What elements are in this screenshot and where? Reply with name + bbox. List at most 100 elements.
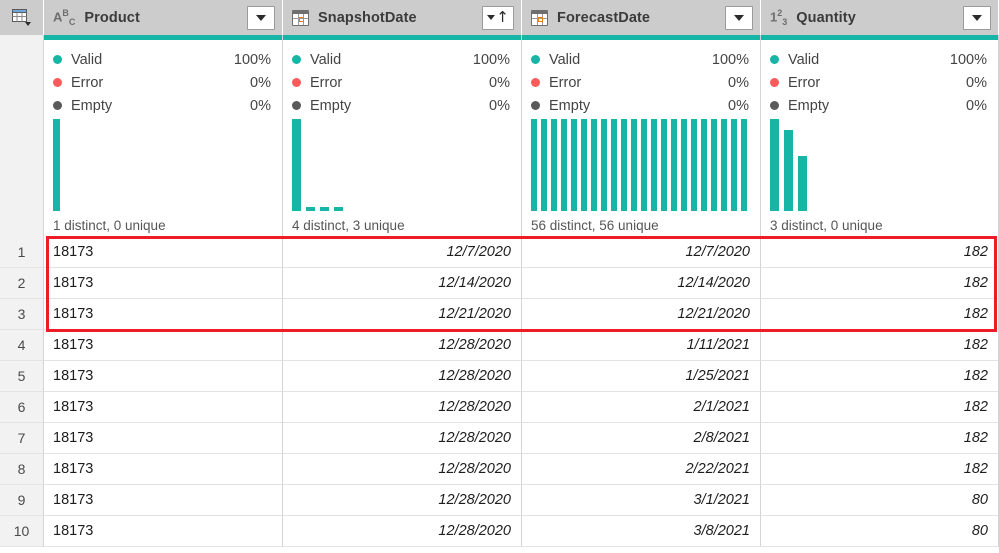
cell-quantity[interactable]: 80 bbox=[761, 516, 999, 547]
123-number-type-icon: 123 bbox=[770, 8, 788, 27]
column-header-label: ForecastDate bbox=[557, 9, 651, 26]
column-header-quantity[interactable]: 123 Quantity bbox=[761, 0, 999, 35]
sort-ascending-icon: ↑ bbox=[496, 8, 509, 26]
table-row[interactable]: 2 18173 12/14/2020 12/14/2020 182 bbox=[0, 268, 999, 299]
quality-label: Error bbox=[549, 74, 582, 91]
cell-quantity[interactable]: 182 bbox=[761, 330, 999, 361]
histogram-bar bbox=[701, 119, 707, 211]
row-number[interactable]: 9 bbox=[0, 485, 44, 516]
cell-product[interactable]: 18173 bbox=[44, 299, 283, 330]
cell-snapshotdate[interactable]: 12/28/2020 bbox=[283, 423, 522, 454]
select-all-columns-button[interactable] bbox=[0, 0, 44, 35]
cell-snapshotdate[interactable]: 12/21/2020 bbox=[283, 299, 522, 330]
table-row[interactable]: 7 18173 12/28/2020 2/8/2021 182 bbox=[0, 423, 999, 454]
cell-product[interactable]: 18173 bbox=[44, 392, 283, 423]
cell-forecastdate[interactable]: 2/22/2021 bbox=[522, 454, 761, 485]
cell-product[interactable]: 18173 bbox=[44, 330, 283, 361]
cell-snapshotdate[interactable]: 12/28/2020 bbox=[283, 330, 522, 361]
row-number[interactable]: 4 bbox=[0, 330, 44, 361]
histogram-bar bbox=[531, 119, 537, 211]
cell-snapshotdate[interactable]: 12/28/2020 bbox=[283, 454, 522, 485]
cell-forecastdate[interactable]: 3/1/2021 bbox=[522, 485, 761, 516]
valid-status-dot-icon bbox=[53, 55, 62, 64]
chevron-down-icon bbox=[972, 14, 982, 21]
table-row[interactable]: 5 18173 12/28/2020 1/25/2021 182 bbox=[0, 361, 999, 392]
cell-product[interactable]: 18173 bbox=[44, 516, 283, 547]
quality-row-empty: Empty 0% bbox=[53, 94, 271, 117]
cell-quantity[interactable]: 182 bbox=[761, 454, 999, 485]
value-distribution-histogram bbox=[53, 119, 271, 211]
column-filter-menu-button[interactable] bbox=[725, 5, 753, 30]
cell-product[interactable]: 18173 bbox=[44, 268, 283, 299]
quality-label: Valid bbox=[788, 51, 820, 68]
row-number[interactable]: 7 bbox=[0, 423, 44, 454]
row-number[interactable]: 3 bbox=[0, 299, 44, 330]
cell-forecastdate[interactable]: 12/21/2020 bbox=[522, 299, 761, 330]
cell-snapshotdate[interactable]: 12/28/2020 bbox=[283, 392, 522, 423]
quality-percent: 0% bbox=[966, 74, 987, 91]
cell-forecastdate[interactable]: 12/14/2020 bbox=[522, 268, 761, 299]
cell-quantity[interactable]: 182 bbox=[761, 299, 999, 330]
cell-quantity[interactable]: 182 bbox=[761, 237, 999, 268]
table-row[interactable]: 1 18173 12/7/2020 12/7/2020 182 bbox=[0, 237, 999, 268]
cell-product[interactable]: 18173 bbox=[44, 423, 283, 454]
table-row[interactable]: 4 18173 12/28/2020 1/11/2021 182 bbox=[0, 330, 999, 361]
cell-product[interactable]: 18173 bbox=[44, 485, 283, 516]
row-number[interactable]: 5 bbox=[0, 361, 44, 392]
column-profile-product: Valid 100% Error 0% Empty 0% 1 distinct, 0 uni… bbox=[44, 35, 283, 237]
column-header-forecastdate[interactable]: ForecastDate bbox=[522, 0, 761, 35]
row-number[interactable]: 6 bbox=[0, 392, 44, 423]
quality-row-error: Error 0% bbox=[292, 71, 510, 94]
histogram-bar bbox=[591, 119, 597, 211]
cell-forecastdate[interactable]: 2/8/2021 bbox=[522, 423, 761, 454]
cell-product[interactable]: 18173 bbox=[44, 454, 283, 485]
cell-forecastdate[interactable]: 3/8/2021 bbox=[522, 516, 761, 547]
table-row[interactable]: 9 18173 12/28/2020 3/1/2021 80 bbox=[0, 485, 999, 516]
histogram-bar bbox=[561, 119, 567, 211]
calendar-date-type-icon bbox=[531, 9, 548, 26]
cell-product[interactable]: 18173 bbox=[44, 237, 283, 268]
quality-label: Empty bbox=[549, 97, 591, 114]
cell-forecastdate[interactable]: 1/25/2021 bbox=[522, 361, 761, 392]
column-filter-menu-button[interactable] bbox=[247, 5, 275, 30]
cell-quantity[interactable]: 80 bbox=[761, 485, 999, 516]
quality-percent: 0% bbox=[250, 97, 271, 114]
distinct-unique-summary: 1 distinct, 0 unique bbox=[53, 218, 166, 233]
table-row[interactable]: 3 18173 12/21/2020 12/21/2020 182 bbox=[0, 299, 999, 330]
chevron-down-icon bbox=[734, 14, 744, 21]
cell-quantity[interactable]: 182 bbox=[761, 392, 999, 423]
quality-panel-gutter bbox=[0, 35, 44, 237]
column-header-snapshotdate[interactable]: SnapshotDate ↑ bbox=[283, 0, 522, 35]
cell-forecastdate[interactable]: 12/7/2020 bbox=[522, 237, 761, 268]
quality-body: Valid 100% Error 0% Empty 0% 3 distinct, 0 uni… bbox=[761, 40, 998, 237]
column-sort-ascending-button[interactable]: ↑ bbox=[482, 5, 514, 30]
histogram-bar bbox=[53, 119, 60, 211]
table-row[interactable]: 6 18173 12/28/2020 2/1/2021 182 bbox=[0, 392, 999, 423]
column-filter-menu-button[interactable] bbox=[963, 5, 991, 30]
cell-snapshotdate[interactable]: 12/28/2020 bbox=[283, 485, 522, 516]
table-row[interactable]: 10 18173 12/28/2020 3/8/2021 80 bbox=[0, 516, 999, 547]
row-number[interactable]: 10 bbox=[0, 516, 44, 547]
error-status-dot-icon bbox=[770, 78, 779, 87]
column-header-product[interactable]: ABC Product bbox=[44, 0, 283, 35]
value-distribution-histogram bbox=[531, 119, 749, 211]
row-number[interactable]: 8 bbox=[0, 454, 44, 485]
cell-snapshotdate[interactable]: 12/14/2020 bbox=[283, 268, 522, 299]
row-number[interactable]: 1 bbox=[0, 237, 44, 268]
row-number[interactable]: 2 bbox=[0, 268, 44, 299]
cell-snapshotdate[interactable]: 12/28/2020 bbox=[283, 361, 522, 392]
quality-label: Error bbox=[788, 74, 821, 91]
cell-forecastdate[interactable]: 1/11/2021 bbox=[522, 330, 761, 361]
cell-snapshotdate[interactable]: 12/28/2020 bbox=[283, 516, 522, 547]
cell-quantity[interactable]: 182 bbox=[761, 361, 999, 392]
quality-row-error: Error 0% bbox=[770, 71, 987, 94]
table-select-icon bbox=[12, 9, 31, 26]
empty-status-dot-icon bbox=[53, 101, 62, 110]
cell-product[interactable]: 18173 bbox=[44, 361, 283, 392]
cell-quantity[interactable]: 182 bbox=[761, 268, 999, 299]
cell-quantity[interactable]: 182 bbox=[761, 423, 999, 454]
cell-snapshotdate[interactable]: 12/7/2020 bbox=[283, 237, 522, 268]
table-row[interactable]: 8 18173 12/28/2020 2/22/2021 182 bbox=[0, 454, 999, 485]
cell-forecastdate[interactable]: 2/1/2021 bbox=[522, 392, 761, 423]
distinct-unique-summary: 56 distinct, 56 unique bbox=[531, 218, 659, 233]
